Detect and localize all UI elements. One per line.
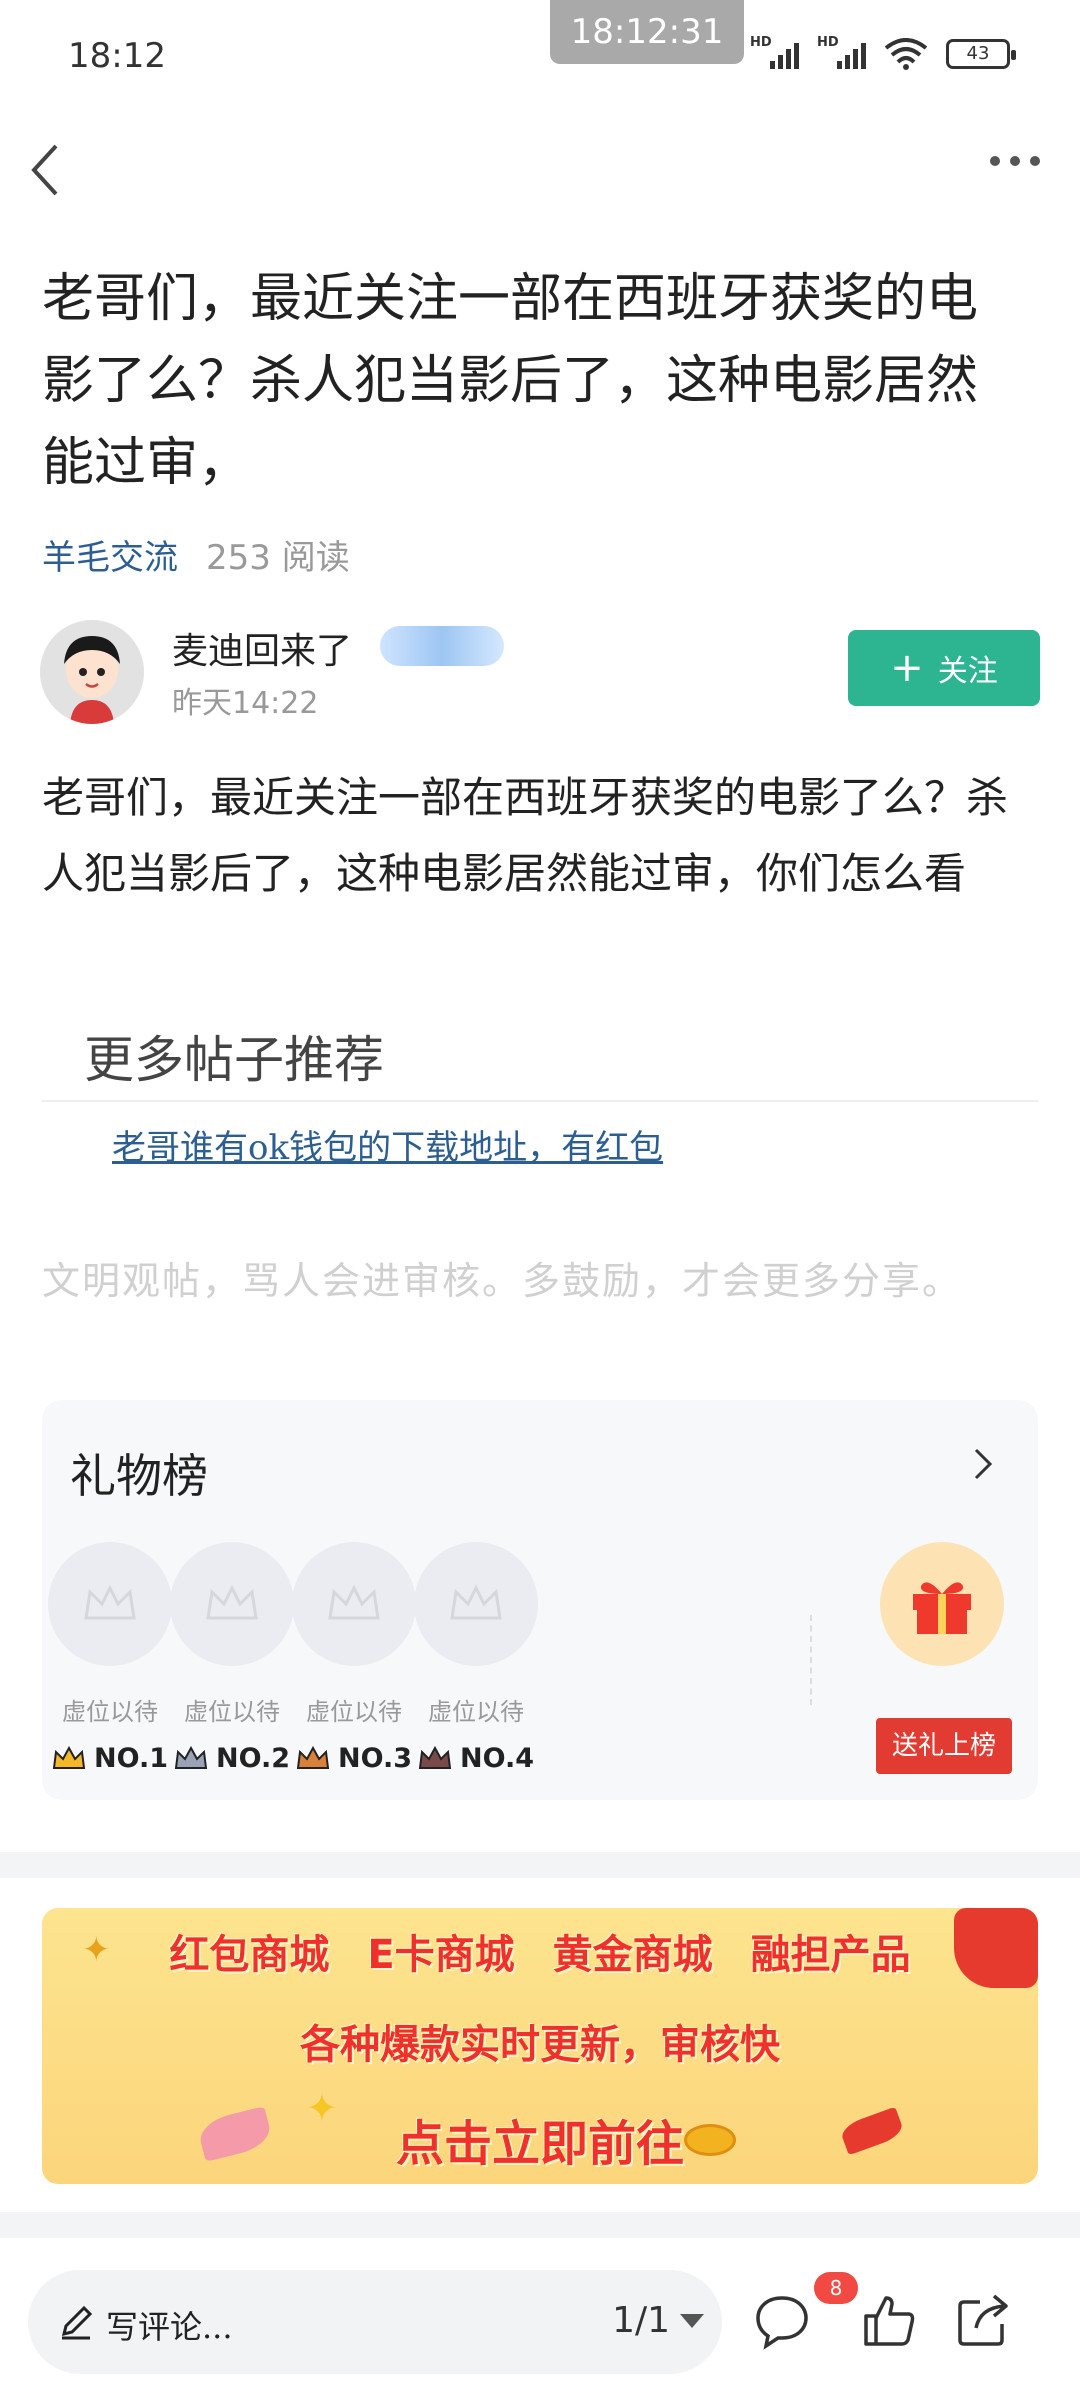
signal-icon: HD [750, 35, 799, 69]
back-icon[interactable] [24, 140, 64, 200]
rank-label: NO.4 [460, 1743, 534, 1774]
red-envelope-mascot-icon [954, 1908, 1038, 1988]
gift-board-title: 礼物榜 [70, 1449, 208, 1503]
civility-notice: 文明观帖，骂人会进审核。多鼓励，才会更多分享。 [42, 1259, 963, 1303]
post-body: 老哥们，最近关注一部在西班牙获奖的电影了么？杀人犯当影后了，这种电影居然能过审，… [42, 773, 1009, 898]
banner-item: E卡商城 [367, 1932, 515, 1978]
avatar[interactable] [40, 620, 144, 724]
share-icon[interactable] [954, 2290, 1014, 2350]
crown-icon [174, 1745, 208, 1769]
author-row: 麦迪回来了 昨天14:22 + 关注 [40, 620, 1040, 730]
network-label-2: HD [817, 35, 839, 50]
more-options-icon[interactable] [990, 156, 1040, 166]
comment-icon[interactable] [752, 2290, 812, 2350]
section-separator [0, 2212, 1080, 2238]
recommended-post-link[interactable]: 老哥谁有ok钱包的下载地址，有红包 [112, 1120, 663, 1169]
gift-board: 礼物榜 虚位以待 NO.1 虚位以待 NO.2 虚位以待 NO.3 虚位以待 N… [42, 1400, 1038, 1800]
clock-overlay: 18:12:31 [550, 0, 744, 64]
page-selector[interactable]: 1/1 [612, 2300, 704, 2341]
plus-icon: + [890, 645, 924, 691]
chevron-right-icon[interactable] [968, 1444, 998, 1484]
banner-row-1: 红包商城 E卡商城 黄金商城 融担产品 [42, 1922, 1038, 1980]
banner-item: 红包商城 [169, 1932, 330, 1978]
section-separator [0, 1852, 1080, 1878]
more-posts-heading: 更多帖子推荐 [84, 1031, 384, 1089]
read-count: 253 阅读 [206, 538, 350, 578]
send-gift-button[interactable]: 送礼上榜 [876, 1718, 1012, 1774]
crown-icon [52, 1745, 86, 1769]
follow-button[interactable]: + 关注 [848, 630, 1040, 706]
gift-box-icon[interactable] [880, 1542, 1004, 1666]
empty-slot-crown-icon [414, 1542, 538, 1666]
wifi-icon [884, 38, 928, 70]
vip-badge-icon [380, 626, 504, 666]
crown-icon [418, 1745, 452, 1769]
comment-count-badge: 8 [814, 2272, 858, 2304]
banner-item: 黄金商城 [552, 1932, 713, 1978]
status-icons: HD HD 43 [750, 35, 1016, 70]
post-title: 老哥们，最近关注一部在西班牙获奖的电影了么？杀人犯当影后了，这种电影居然能过审， [42, 269, 979, 493]
battery-icon: 43 [946, 39, 1016, 69]
page-indicator: 1/1 [612, 2300, 670, 2341]
pencil-icon [61, 2305, 93, 2340]
gift-slot[interactable]: 虚位以待 NO.4 [396, 1542, 556, 1774]
divider [810, 1615, 812, 1705]
status-time: 18:12 [68, 36, 166, 76]
promo-banner[interactable]: ✦ 红包商城 E卡商城 黄金商城 融担产品 各种爆款实时更新，审核快 ✦ 点击立… [42, 1908, 1038, 2184]
caret-down-icon [680, 2313, 704, 2328]
divider [42, 1100, 1038, 1102]
banner-cta: 点击立即前往 [395, 2116, 684, 2172]
category-link[interactable]: 羊毛交流 [42, 530, 178, 579]
follow-label: 关注 [937, 654, 998, 689]
banner-item: 融担产品 [750, 1932, 911, 1978]
network-label: HD [750, 35, 772, 50]
like-icon[interactable] [858, 2290, 918, 2350]
slot-rank: NO.4 [396, 1743, 556, 1774]
post-time: 昨天14:22 [172, 686, 319, 721]
slot-placeholder: 虚位以待 [428, 1698, 524, 1726]
status-bar: 18:12 18:12:31 HD HD 43 [0, 0, 1080, 110]
comment-placeholder: 写评论... [106, 2308, 233, 2346]
crown-icon [296, 1745, 330, 1769]
comment-input[interactable]: 写评论... 1/1 [28, 2270, 722, 2374]
author-name[interactable]: 麦迪回来了 [172, 622, 352, 674]
post-meta: 羊毛交流 253 阅读 [42, 530, 350, 579]
signal-icon-2: HD [817, 35, 866, 69]
coin-icon [684, 2124, 736, 2156]
banner-row-2: 各种爆款实时更新，审核快 [300, 2022, 780, 2068]
